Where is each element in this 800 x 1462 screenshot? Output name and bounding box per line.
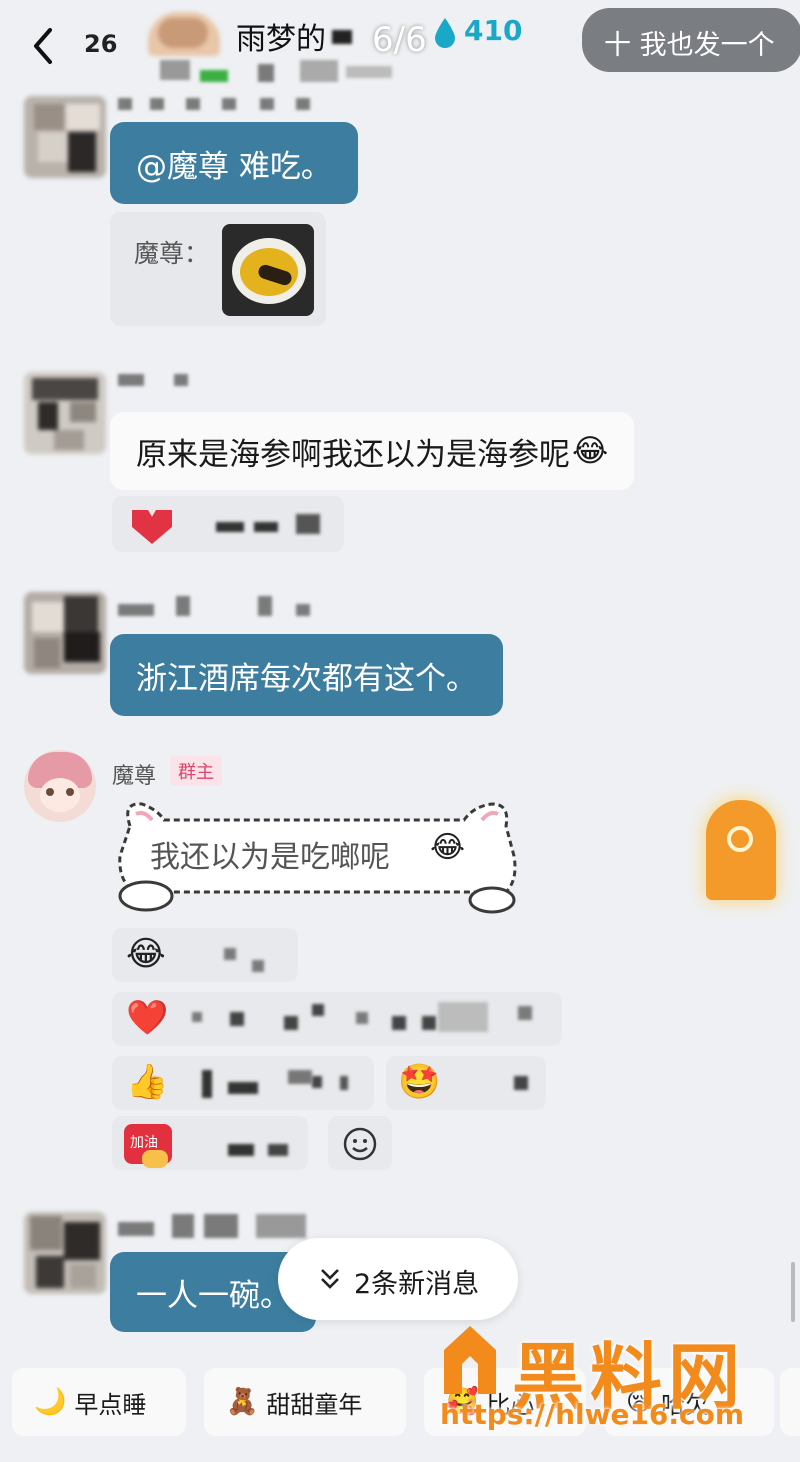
reaction-chip[interactable] — [112, 496, 344, 552]
reaction-chip[interactable]: 🤩 — [386, 1056, 546, 1110]
moon-icon: 🌙 — [34, 1387, 67, 1417]
message-bubble[interactable]: 浙江酒席每次都有这个。 — [110, 634, 503, 716]
message-text: @魔尊 难吃。 — [136, 148, 332, 185]
thumbs-up-emoji: 👍 — [126, 1062, 169, 1102]
watermark-url: https://hlwe16.com — [440, 1398, 745, 1431]
quick-reply-chip[interactable] — [780, 1368, 800, 1436]
watermark: 黑料网 https://hlwe16.com — [436, 1318, 776, 1438]
avatar[interactable] — [24, 592, 106, 674]
post-button[interactable]: 十 我也发一个 — [582, 8, 800, 72]
owner-badge: 群主 — [170, 756, 222, 786]
teddy-bear-icon: 🧸 — [226, 1387, 259, 1417]
back-button[interactable]: 26 — [22, 20, 132, 72]
avatar[interactable] — [24, 372, 106, 454]
reaction-chip[interactable]: 👍 — [112, 1056, 374, 1110]
sender-name: 魔尊 — [112, 764, 157, 789]
water-drop-icon — [435, 18, 455, 48]
group-avatar — [148, 12, 220, 56]
message-text: 原来是海参啊我还以为是海参呢 — [136, 436, 570, 473]
back-count: 26 — [84, 30, 118, 58]
scrollbar[interactable] — [791, 1262, 795, 1322]
cat-frame-bubble[interactable]: 我还以为是吃啷呢 😂 — [114, 796, 518, 914]
watermark-logo-icon — [444, 1326, 496, 1394]
quick-reply-label: 甜甜童年 — [266, 1390, 363, 1419]
header-bar: 26 雨梦的 6/6 410 十 我也发一个 — [0, 0, 800, 90]
quick-reply-chip[interactable]: 🌙 早点睡 — [12, 1368, 186, 1436]
message-text: 浙江酒席每次都有这个。 — [136, 660, 477, 697]
reaction-chip[interactable]: 😂 — [112, 928, 298, 982]
chevron-left-icon — [34, 28, 52, 64]
star-eyes-emoji: 🤩 — [398, 1062, 441, 1102]
message-bubble[interactable]: @魔尊 难吃。 — [110, 122, 358, 204]
broken-heart-icon — [132, 510, 172, 544]
laugh-cry-emoji: 😂 — [430, 830, 466, 865]
quote-card[interactable]: 魔尊： — [110, 212, 326, 326]
new-messages-pill[interactable]: 2条新消息 — [278, 1238, 518, 1320]
heart-emoji: ❤️ — [126, 998, 169, 1038]
new-messages-label: 2条新消息 — [354, 1269, 480, 1300]
drop-count: 410 — [464, 14, 523, 47]
laugh-cry-emoji: 😂 — [572, 433, 609, 469]
message-bubble[interactable]: 原来是海参啊我还以为是海参呢 😂 — [110, 412, 635, 490]
group-name: 雨梦的 — [236, 22, 326, 57]
smiley-add-icon — [343, 1127, 377, 1161]
double-chevron-down-icon — [321, 1269, 339, 1289]
quick-reply-chip[interactable]: 🧸 甜甜童年 — [204, 1368, 406, 1436]
jiayou-sticker-icon: 加油 — [124, 1124, 172, 1168]
food-photo[interactable] — [222, 224, 314, 316]
reaction-chip[interactable]: ❤️ — [112, 992, 562, 1046]
message-text: 一人一碗。 — [136, 1277, 291, 1314]
reaction-chip[interactable]: 加油 — [112, 1116, 308, 1170]
quick-reply-label: 早点睡 — [74, 1390, 147, 1419]
avatar[interactable] — [24, 1212, 106, 1294]
avatar[interactable] — [24, 750, 96, 822]
avatar[interactable] — [24, 96, 106, 178]
laugh-cry-emoji: 😂 — [126, 934, 166, 974]
door-icon[interactable] — [706, 800, 776, 900]
page-indicator: 6/6 — [372, 20, 427, 60]
message-text: 我还以为是吃啷呢 — [150, 840, 390, 875]
jiayou-label: 加油 — [130, 1135, 158, 1151]
quote-sender: 魔尊： — [134, 239, 210, 268]
post-button-label: 十 我也发一个 — [604, 30, 775, 61]
add-reaction-button[interactable] — [328, 1116, 392, 1170]
